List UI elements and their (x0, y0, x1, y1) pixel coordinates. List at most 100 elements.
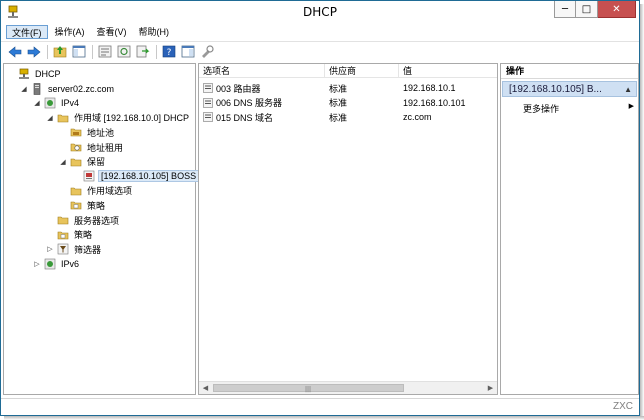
tree-node[interactable]: ◢ 保留 (58, 155, 107, 169)
tree-node[interactable]: 作用域选项 (58, 184, 134, 198)
column-header-option-name[interactable]: 选项名 (199, 64, 325, 78)
tree-node[interactable]: DHCP (6, 67, 63, 81)
scrollbar-thumb[interactable]: ||| (213, 384, 404, 393)
policy-icon (70, 199, 82, 211)
export-list-icon (136, 45, 150, 58)
console-tree[interactable]: DHCP ◢ server02.zc.com ◢ IPv4 ◢ 作用域 [192.168.1… (3, 63, 200, 395)
watermark-text: ZXC (613, 401, 633, 412)
scroll-left-icon[interactable]: ◀ (199, 382, 212, 394)
column-header-vendor[interactable]: 供应商 (325, 64, 399, 78)
action-pane-title: 操作 (501, 64, 638, 79)
list-item[interactable]: 003 路由器 标准 192.168.10.1 (199, 81, 497, 95)
folder-icon (57, 214, 69, 226)
maximize-button[interactable]: □ (576, 1, 598, 18)
forward-button[interactable] (26, 44, 42, 60)
tree-node[interactable]: ◢ 作用域 [192.168.10.0] DHCP (45, 111, 191, 125)
refresh-button[interactable] (116, 44, 132, 60)
action-icon (202, 45, 214, 58)
value-cell: 192.168.10.1 (403, 83, 456, 93)
tree-node-label: IPv4 (61, 98, 80, 109)
collapsed-arrow-icon[interactable]: ▷ (32, 259, 42, 269)
back-button[interactable] (7, 44, 23, 60)
tree-node[interactable]: 策略 (45, 228, 94, 242)
tree-node-label: 地址租用 (87, 142, 124, 153)
mmc-window: DHCP ─ □ ✕ 文件(F) 操作(A) 查看(V) 帮助(H) ? DHC… (0, 0, 640, 416)
tree-node[interactable]: 服务器选项 (45, 213, 121, 227)
action-pane: 操作 [192.168.10.105] B... ▲ 更多操作 ▶ (500, 63, 639, 395)
result-list[interactable]: 选项名 供应商 值 003 路由器 标准 192.168.10.1 006 DNS 服… (198, 63, 498, 395)
submenu-arrow-icon: ▶ (628, 103, 634, 110)
dhcp-icon (18, 68, 30, 80)
collapsed-arrow-icon[interactable]: ▷ (45, 244, 55, 254)
svg-text:?: ? (167, 48, 172, 58)
tree-node[interactable]: ◢ server02.zc.com (19, 82, 116, 96)
more-actions-label: 更多操作 (523, 104, 560, 114)
maximize-icon: □ (581, 3, 592, 15)
policy-icon (57, 229, 69, 241)
menu-help[interactable]: 帮助(H) (134, 25, 175, 39)
horizontal-scrollbar[interactable]: ◀ ||| ▶ (199, 381, 497, 394)
folder-icon (70, 156, 82, 168)
tree-node-label: 策略 (87, 200, 106, 211)
expanded-arrow-icon[interactable]: ◢ (19, 84, 29, 94)
tree-node-label: DHCP (35, 69, 61, 79)
window-shadow (4, 416, 644, 420)
toolbar-separator (156, 44, 157, 59)
window-shadow (640, 4, 644, 420)
title-bar[interactable]: DHCP ─ □ ✕ (1, 1, 639, 24)
tree-node[interactable]: 策略 (58, 198, 107, 212)
option-name: 015 DNS 域名 (216, 112, 274, 123)
folder-icon (57, 112, 69, 124)
address-pool-icon (70, 126, 82, 138)
menu-view[interactable]: 查看(V) (92, 25, 132, 39)
action-button[interactable] (199, 44, 215, 60)
status-bar: ZXC (1, 398, 639, 415)
show-hide-tree-button[interactable] (71, 44, 87, 60)
option-name-cell: 015 DNS 域名 (199, 111, 325, 124)
tree-node[interactable]: 地址租用 (58, 140, 125, 154)
option-icon (203, 97, 213, 108)
show-action-pane-button[interactable] (180, 44, 196, 60)
expanded-arrow-icon[interactable]: ◢ (32, 98, 42, 108)
menu-file[interactable]: 文件(F) (6, 25, 48, 39)
tree-node[interactable]: ◢ IPv4 (32, 96, 81, 110)
tree-node[interactable]: ▷ IPv6 (32, 257, 81, 271)
scroll-right-icon[interactable]: ▶ (484, 382, 497, 394)
tree-node-label: 筛选器 (74, 244, 102, 255)
up-level-button[interactable] (52, 44, 68, 60)
action-section-header[interactable]: [192.168.10.105] B... ▲ (502, 81, 637, 97)
menu-action[interactable]: 操作(A) (50, 25, 90, 39)
option-name-cell: 003 路由器 (199, 82, 325, 95)
value-cell: 192.168.10.101 (403, 97, 466, 108)
close-icon: ✕ (612, 3, 621, 15)
vendor-cell: 标准 (329, 98, 348, 108)
more-actions-item[interactable]: 更多操作 ▶ (523, 102, 638, 114)
list-item[interactable]: 015 DNS 域名 标准 zc.com (199, 110, 497, 124)
column-header-value[interactable]: 值 (399, 64, 497, 78)
tree-node[interactable]: 地址池 (58, 125, 116, 139)
toolbar-separator (92, 44, 93, 59)
properties-button[interactable] (97, 44, 113, 60)
option-name: 003 路由器 (216, 83, 261, 94)
ipv4-icon (44, 97, 56, 109)
forward-arrow-icon (27, 45, 41, 58)
minimize-icon: ─ (561, 3, 569, 15)
expanded-arrow-icon[interactable]: ◢ (58, 157, 68, 167)
close-button[interactable]: ✕ (598, 1, 636, 18)
help-button[interactable]: ? (161, 44, 177, 60)
list-item[interactable]: 006 DNS 服务器 标准 192.168.10.101 (199, 96, 497, 110)
export-list-button[interactable] (135, 44, 151, 60)
expanded-arrow-icon[interactable]: ◢ (45, 113, 55, 123)
server-icon (31, 82, 43, 95)
refresh-icon (117, 45, 131, 58)
tree-node[interactable]: [192.168.10.105] BOSS (71, 169, 200, 183)
collapse-up-icon[interactable]: ▲ (624, 85, 632, 94)
minimize-button[interactable]: ─ (554, 1, 576, 18)
tree-node-label: 服务器选项 (74, 215, 120, 226)
action-section-label: [192.168.10.105] B... (509, 83, 602, 95)
option-icon (203, 83, 213, 93)
tree-node[interactable]: ▷ 筛选器 (45, 242, 103, 256)
